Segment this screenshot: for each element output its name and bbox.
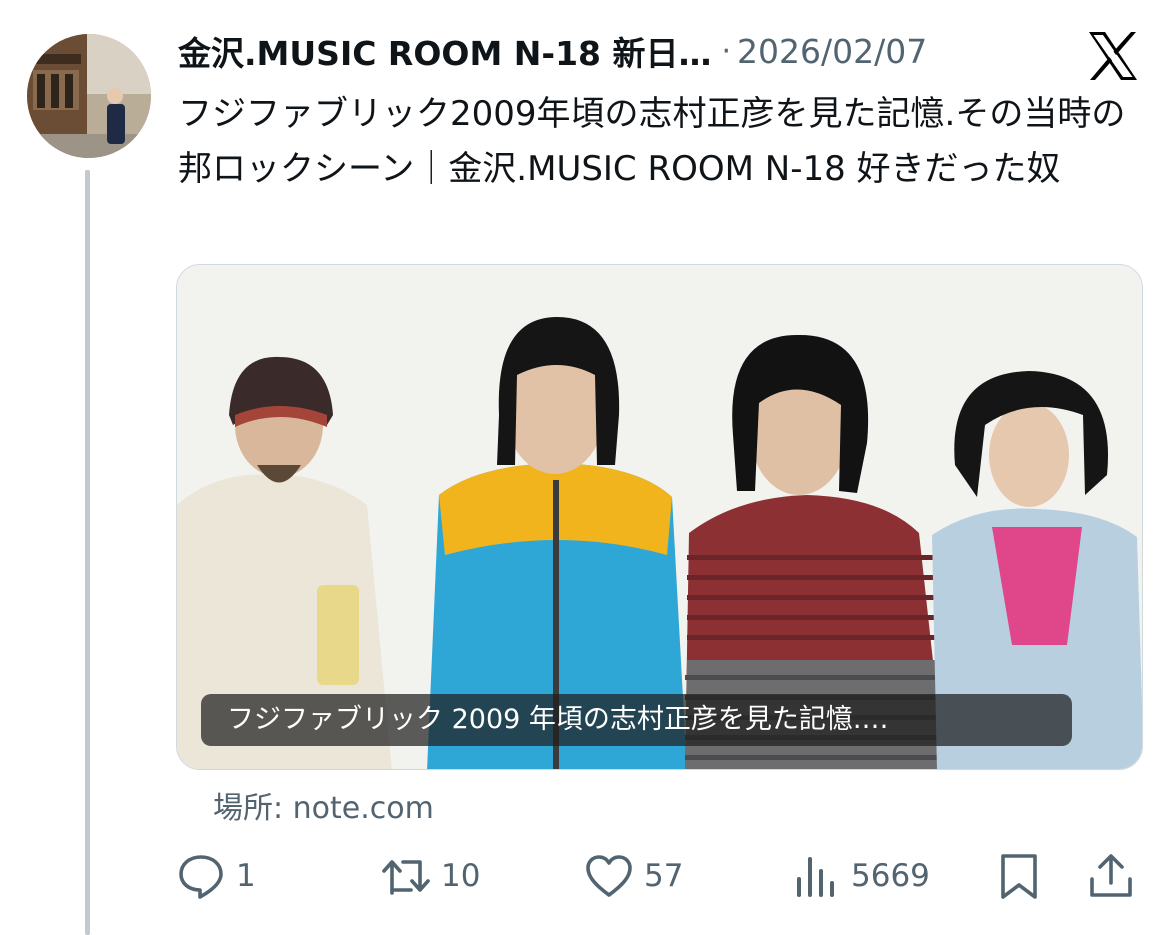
author-name[interactable]: 金沢.MUSIC ROOM N-18 新日… <box>178 27 712 75</box>
x-logo-icon[interactable] <box>1085 28 1141 84</box>
retweet-icon <box>382 860 430 895</box>
avatar-photo <box>27 34 151 158</box>
card-caption: フジファブリック 2009 年頃の志村正彦を見た記憶.… <box>201 694 1072 746</box>
views-count: 5669 <box>851 858 930 894</box>
author-avatar[interactable] <box>27 34 151 158</box>
heart-icon <box>586 855 632 897</box>
share-button[interactable] <box>1086 848 1136 904</box>
reply-icon <box>179 855 223 899</box>
bookmark-button[interactable] <box>994 848 1044 904</box>
views-icon <box>797 857 834 897</box>
thread-line <box>85 170 90 935</box>
bookmark-icon <box>1001 854 1037 899</box>
reply-button[interactable]: 1 <box>176 848 256 904</box>
link-card[interactable]: フジファブリック 2009 年頃の志村正彦を見た記憶.… <box>176 264 1143 770</box>
tweet-text: フジファブリック2009年頃の志村正彦を見た記憶.その当時の邦ロックシーン｜金沢… <box>178 94 1126 189</box>
retweet-button[interactable]: 10 <box>381 848 480 904</box>
tweet-header: 金沢.MUSIC ROOM N-18 新日… · 2026/02/07 <box>178 28 1058 74</box>
like-button[interactable]: 57 <box>584 848 683 904</box>
views-button[interactable]: 5669 <box>791 848 930 904</box>
like-count: 57 <box>644 858 684 894</box>
retweet-count: 10 <box>441 858 481 894</box>
share-icon <box>1090 854 1132 897</box>
tweet-actions: 1 10 57 5669 <box>176 848 1136 904</box>
reply-count: 1 <box>236 858 256 894</box>
separator-dot: · <box>721 33 732 69</box>
tweet-date[interactable]: 2026/02/07 <box>737 32 927 71</box>
card-source[interactable]: 場所: note.com <box>213 783 434 827</box>
